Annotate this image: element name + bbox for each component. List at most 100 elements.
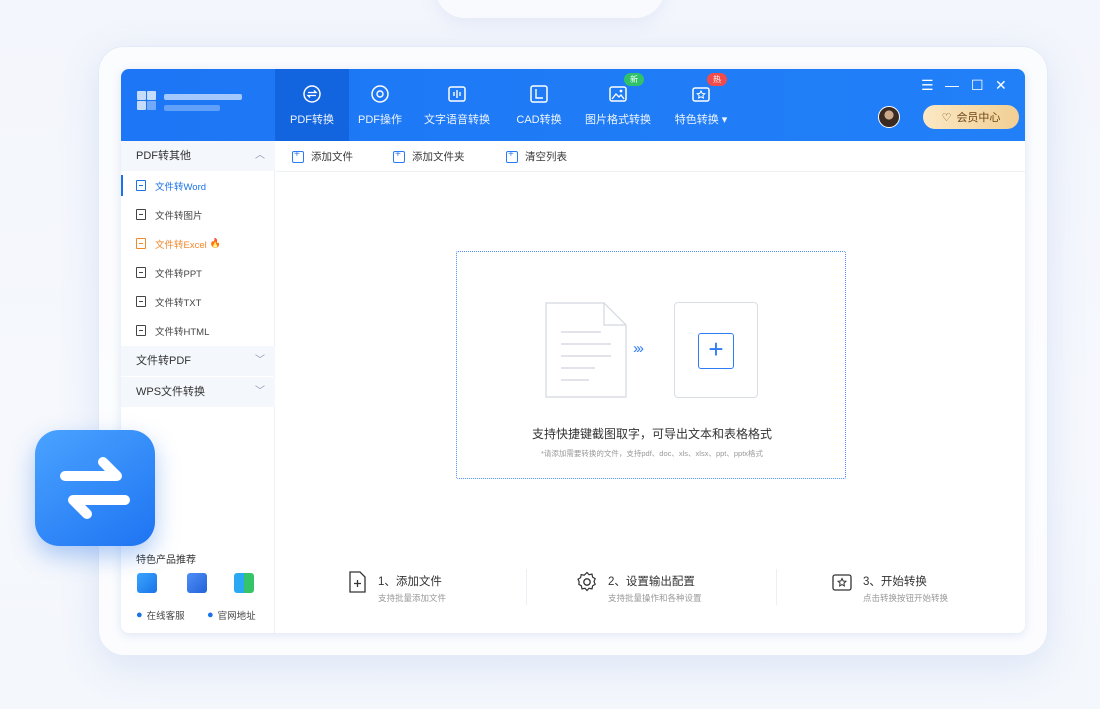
audio-wave-icon (447, 84, 467, 104)
gear-icon (576, 571, 598, 593)
sidebar-item-label: 文件转图片 (155, 210, 203, 222)
add-folder-label: 添加文件夹 (412, 151, 465, 163)
pdf-editor-app-icon[interactable] (137, 573, 157, 593)
toolbar: 添加文件 添加文件夹 清空列表 (276, 141, 1025, 172)
drop-zone-title: 支持快捷键截图取字，可导出文本和表格格式 (531, 427, 772, 441)
step-title: 3、开始转换 (863, 576, 927, 588)
app-swap-icon (35, 430, 155, 546)
clear-list-label: 清空列表 (525, 151, 567, 163)
tab-pdf-ops[interactable]: PDF操作 (349, 69, 411, 141)
steps-bar: 1、添加文件 支持批量添加文件 2、设置输出配置 支持批量操作和各种设置 3、开… (276, 559, 1025, 619)
add-folder-icon (393, 149, 405, 163)
tab-label: 特色转换 ▾ (674, 113, 728, 126)
disc-icon (370, 84, 390, 104)
step-subtitle: 支持批量操作和各种设置 (608, 593, 702, 603)
avatar[interactable] (878, 106, 900, 128)
sidebar-item-to-ppt[interactable]: 文件转PPT (121, 258, 275, 287)
group-label: WPS文件转换 (136, 386, 206, 398)
tab-pdf-convert[interactable]: PDF转换 (275, 69, 349, 141)
tab-label: CAD转换 (516, 113, 562, 126)
user-icon: ● (136, 609, 143, 621)
group-file-to-pdf[interactable]: 文件转PDF ﹀ (121, 346, 275, 376)
add-folder-button[interactable]: 添加文件夹 (393, 141, 465, 172)
tab-label: PDF操作 (358, 113, 402, 126)
start-icon (831, 571, 853, 593)
add-file-icon (292, 149, 304, 163)
online-service-link[interactable]: ● 在线客服 (136, 608, 185, 622)
html-file-icon (136, 325, 146, 336)
arrow-right-icon: ››› (633, 340, 644, 357)
file-plus-icon (346, 571, 368, 593)
tab-special-convert[interactable]: 热 特色转换 ▾ (665, 69, 737, 141)
ocr-app-icon[interactable] (187, 573, 207, 593)
cad-icon (529, 84, 549, 104)
sidebar-item-label: 文件转HTML (155, 326, 210, 338)
image-file-icon (136, 209, 146, 220)
file-drop-zone[interactable]: ››› + 支持快捷键截图取字，可导出文本和表格格式 *请添加需要转换的文件，支… (456, 251, 846, 479)
excel-file-icon (136, 238, 146, 249)
clear-list-button[interactable]: 清空列表 (506, 141, 567, 172)
sidebar-item-to-word[interactable]: 文件转Word (121, 171, 275, 200)
link-label: 官网地址 (217, 611, 256, 622)
sidebar-item-label: 文件转TXT (155, 297, 202, 309)
plus-icon: + (698, 333, 734, 369)
flame-icon: 🔥 (209, 238, 221, 248)
sidebar-item-label: 文件转Excel (155, 239, 207, 251)
browser-icon: ● (207, 609, 214, 621)
minimize-icon[interactable]: — (945, 77, 959, 93)
tab-label: PDF转换 (290, 113, 334, 126)
recommend-title: 特色产品推荐 (136, 555, 196, 566)
step-subtitle: 支持批量添加文件 (378, 593, 447, 603)
star-box-icon: 热 (691, 72, 727, 104)
title-bar: PDF转换 PDF操作 文字语音转换 CAD转换 新 图片格式转换 热 特色转换… (121, 69, 1025, 141)
document-icon (545, 302, 627, 398)
trash-icon (506, 149, 518, 163)
sidebar-item-to-html[interactable]: 文件转HTML (121, 316, 275, 345)
group-label: PDF转其他 (136, 150, 191, 162)
hot-badge: 热 (707, 72, 727, 86)
vip-label: 会员中心 (956, 112, 1001, 124)
sidebar-item-label: 文件转Word (155, 181, 207, 193)
ppt-file-icon (136, 267, 146, 278)
divider (526, 569, 527, 605)
sidebar: PDF转其他 ︿ 文件转Word 文件转图片 文件转Excel 🔥 文件转PPT… (121, 141, 275, 633)
group-pdf-to-other[interactable]: PDF转其他 ︿ (121, 141, 275, 171)
image-icon: 新 (608, 72, 644, 104)
drop-zone-subtitle: *请添加需要转换的文件，支持pdf、doc、xls、xlsx、ppt、pptx格… (540, 449, 764, 458)
menu-icon[interactable]: ☰ (921, 77, 934, 93)
link-label: 在线客服 (146, 611, 185, 622)
sidebar-item-to-excel[interactable]: 文件转Excel 🔥 (121, 229, 275, 258)
group-label: 文件转PDF (136, 355, 191, 367)
step-title: 1、添加文件 (378, 576, 442, 588)
tab-image-convert[interactable]: 新 图片格式转换 (579, 69, 657, 141)
sidebar-item-to-txt[interactable]: 文件转TXT (121, 287, 275, 316)
compress-app-icon[interactable] (234, 573, 254, 593)
sidebar-item-label: 文件转PPT (155, 268, 202, 280)
close-icon[interactable]: ✕ (995, 77, 1007, 93)
tab-cad-convert[interactable]: CAD转换 (506, 69, 572, 141)
tab-text-speech[interactable]: 文字语音转换 (416, 69, 498, 141)
step-subtitle: 点击转换按钮开始转换 (863, 593, 949, 603)
app-logo (137, 91, 257, 121)
app-window: PDF转换 PDF操作 文字语音转换 CAD转换 新 图片格式转换 热 特色转换… (121, 69, 1025, 633)
group-wps-convert[interactable]: WPS文件转换 ﹀ (121, 377, 275, 407)
official-site-link[interactable]: ● 官网地址 (207, 608, 256, 622)
divider (776, 569, 777, 605)
tab-label: 文字语音转换 (424, 113, 490, 126)
txt-file-icon (136, 296, 146, 307)
chevron-down-icon: ﹀ (255, 386, 265, 397)
step-title: 2、设置输出配置 (608, 576, 695, 588)
word-file-icon (136, 180, 146, 191)
maximize-icon[interactable]: ☐ (971, 77, 984, 93)
tab-label: 图片格式转换 (585, 113, 651, 126)
sidebar-item-to-image[interactable]: 文件转图片 (121, 200, 275, 229)
chevron-up-icon: ︿ (255, 150, 265, 161)
add-file-target[interactable]: + (674, 302, 758, 398)
diamond-icon: ♡ (941, 111, 952, 124)
vip-center-button[interactable]: ♡ 会员中心 (923, 105, 1019, 129)
add-file-button[interactable]: 添加文件 (292, 141, 353, 172)
top-decoration (435, 0, 665, 18)
chevron-down-icon: ﹀ (255, 355, 265, 366)
add-file-label: 添加文件 (311, 151, 353, 163)
new-badge: 新 (624, 72, 644, 86)
